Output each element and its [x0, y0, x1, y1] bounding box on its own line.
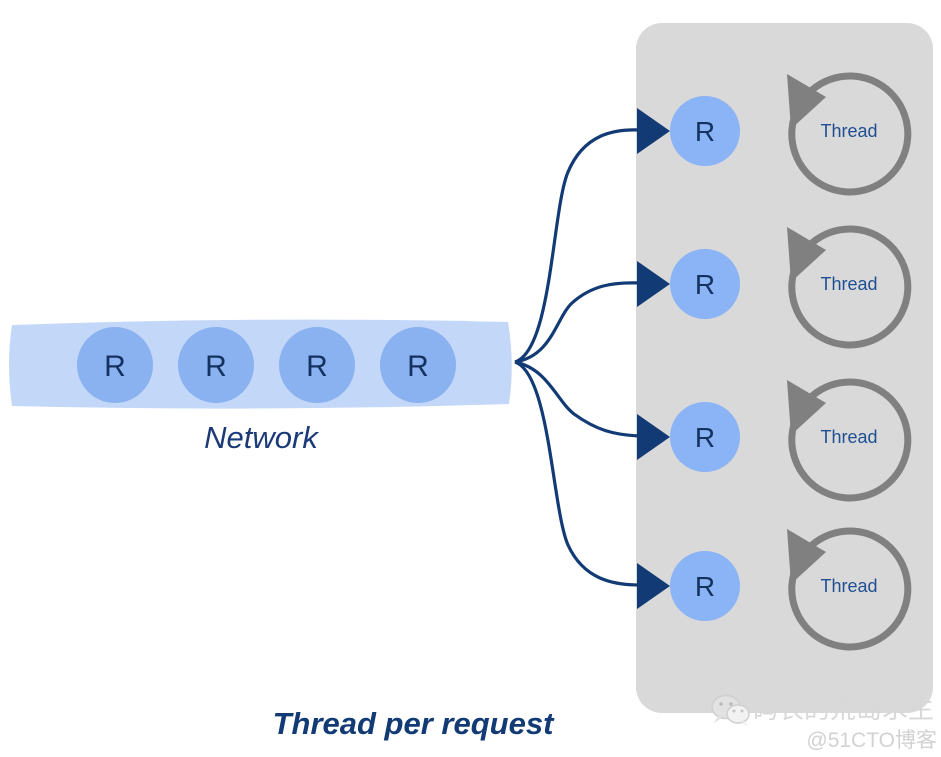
thread-label: Thread	[820, 576, 877, 596]
request-label: R	[695, 269, 715, 300]
thread-per-request-diagram: R R R R Network R Thread R Thread R Thre…	[9, 23, 937, 752]
connector-to-row-1	[514, 128, 641, 364]
connector-to-row-2	[514, 281, 641, 364]
watermark-source: @51CTO博客	[806, 729, 937, 752]
thread-label: Thread	[820, 427, 877, 447]
request-label: R	[104, 350, 126, 383]
watermark-account: 码农的荒岛求生	[752, 694, 934, 724]
network-request-3: R	[279, 327, 355, 403]
request-label: R	[695, 116, 715, 147]
network-request-4: R	[380, 327, 456, 403]
fanout-connectors	[514, 128, 641, 587]
network-request-2: R	[178, 327, 254, 403]
thread-label: Thread	[820, 274, 877, 294]
network-label: Network	[204, 420, 319, 455]
request-label: R	[205, 350, 227, 383]
diagram-canvas: R R R R Network R Thread R Thread R Thre…	[0, 0, 941, 757]
network-request-1: R	[77, 327, 153, 403]
request-label: R	[695, 571, 715, 602]
connector-to-row-4	[514, 360, 641, 587]
request-label: R	[407, 350, 429, 383]
thread-label: Thread	[820, 121, 877, 141]
diagram-title: Thread per request	[273, 706, 555, 741]
request-label: R	[695, 422, 715, 453]
connector-to-row-3	[514, 360, 641, 438]
request-label: R	[306, 350, 328, 383]
